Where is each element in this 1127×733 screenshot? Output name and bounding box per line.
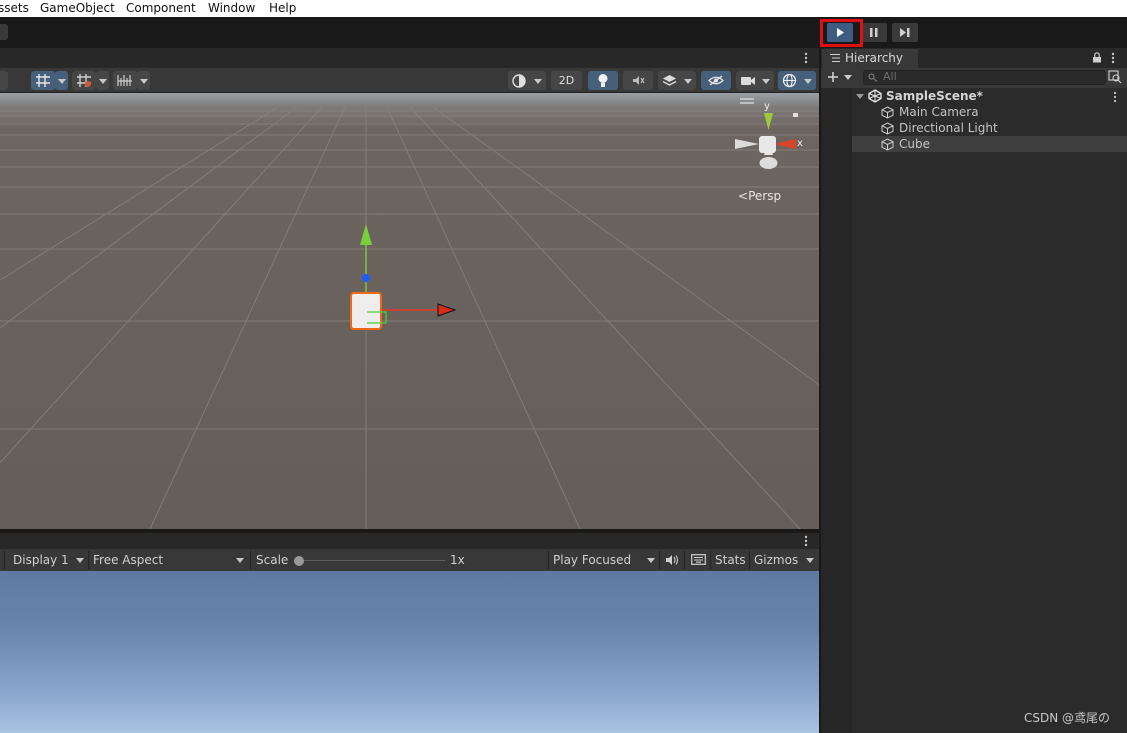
game-tab-bar	[0, 533, 819, 549]
play-highlight-box	[820, 19, 863, 47]
gizmos-toggle-button[interactable]	[778, 71, 816, 90]
hidden-eye-icon	[708, 75, 724, 86]
audio-toggle-button[interactable]	[623, 71, 653, 90]
more-options-icon[interactable]	[1111, 91, 1119, 103]
shading-sphere-icon	[512, 74, 526, 88]
chevron-down-icon	[76, 558, 84, 563]
hierarchy-tab-label: Hierarchy	[845, 51, 904, 65]
game-toolbar: Display 1 Free Aspect Scale 1x Play Focu…	[0, 549, 819, 571]
increment-snap-dropdown[interactable]	[96, 71, 109, 90]
create-dropdown-icon[interactable]	[844, 75, 852, 80]
draw-mode-button[interactable]	[508, 71, 546, 90]
chevron-down-icon	[236, 558, 244, 563]
visibility-toggle-button[interactable]	[701, 71, 731, 90]
camera-settings-button[interactable]	[736, 71, 774, 90]
axis-x-label: x	[797, 138, 803, 149]
gameobject-cube-icon	[881, 122, 894, 135]
camera-mode-label[interactable]: <Persp	[738, 189, 781, 203]
aspect-dropdown[interactable]: Free Aspect	[93, 553, 163, 567]
scene-toolbar: 2D	[0, 68, 819, 93]
hierarchy-item-label: Cube	[899, 137, 930, 151]
menu-gameobject[interactable]: GameObject	[40, 1, 115, 15]
hierarchy-item-selected[interactable]: Cube	[852, 136, 1127, 152]
watermark: CSDN @鸢尾の	[1024, 711, 1111, 725]
gameobject-cube-icon	[881, 106, 894, 119]
hierarchy-item[interactable]: Main Camera	[852, 104, 1127, 120]
menu-assets[interactable]: ssets	[0, 1, 29, 15]
grid-snap-dropdown[interactable]	[55, 71, 68, 90]
chevron-down-icon	[806, 558, 814, 563]
chevron-left-icon: <	[738, 189, 749, 203]
more-options-icon[interactable]	[1109, 52, 1117, 64]
hierarchy-item-label: Directional Light	[899, 121, 998, 135]
foldout-arrow-icon[interactable]	[856, 94, 864, 99]
hierarchy-gutter	[821, 88, 852, 733]
effects-button[interactable]	[658, 71, 696, 90]
orientation-gizmo[interactable]	[731, 93, 819, 193]
menu-help[interactable]: Help	[269, 1, 296, 15]
light-bulb-icon	[598, 74, 608, 87]
ruler-dropdown[interactable]	[137, 71, 150, 90]
unity-scene-icon	[868, 89, 882, 103]
menu-bar: ssets GameObject Component Window Help	[0, 0, 1127, 17]
search-icon	[868, 73, 878, 82]
globe-icon	[782, 73, 797, 88]
hierarchy-item-label: Main Camera	[899, 105, 979, 119]
scene-view[interactable]: y x <Persp	[0, 93, 819, 529]
more-options-icon[interactable]	[801, 535, 811, 547]
step-icon	[900, 28, 910, 37]
account-button[interactable]	[0, 24, 8, 40]
plus-icon[interactable]	[827, 71, 839, 83]
gizmos-button[interactable]: Gizmos	[754, 553, 798, 567]
scale-value: 1x	[450, 553, 465, 567]
main-toolbar	[0, 17, 1127, 48]
grid-snap-button[interactable]	[31, 71, 55, 90]
search-placeholder: All	[883, 70, 897, 83]
hierarchy-item[interactable]: Directional Light	[852, 120, 1127, 136]
scene-visibility-icon[interactable]	[1108, 70, 1122, 84]
hierarchy-scene-row[interactable]: SampleScene*	[852, 88, 1127, 104]
scale-slider-thumb[interactable]	[294, 556, 304, 566]
audio-mute-icon	[633, 76, 645, 85]
camera-icon	[741, 77, 755, 85]
keyboard-icon[interactable]	[691, 554, 706, 565]
pause-icon	[870, 28, 878, 37]
step-button[interactable]	[892, 23, 918, 42]
stats-button[interactable]: Stats	[715, 553, 746, 567]
ruler-icon	[117, 75, 132, 86]
play-mode-dropdown[interactable]: Play Focused	[553, 553, 631, 567]
pause-button[interactable]	[861, 23, 887, 42]
toggle-2d-button[interactable]: 2D	[551, 71, 582, 90]
more-options-icon[interactable]	[801, 52, 811, 64]
scene-tab-bar	[0, 48, 819, 68]
grid-icon	[36, 74, 50, 87]
list-icon	[830, 53, 840, 63]
scale-slider[interactable]	[297, 560, 445, 561]
scale-label: Scale	[256, 553, 289, 567]
display-dropdown[interactable]: Display 1	[13, 553, 69, 567]
lighting-toggle-button[interactable]	[588, 71, 618, 90]
layers-icon	[662, 75, 677, 86]
menu-component[interactable]: Component	[126, 1, 196, 15]
game-view[interactable]	[0, 571, 819, 733]
persp-text: Persp	[748, 189, 782, 203]
chevron-down-icon	[647, 558, 655, 563]
hierarchy-tree	[821, 88, 1127, 733]
axis-y-label: y	[764, 101, 770, 112]
ruler-button[interactable]	[113, 71, 137, 90]
plane-handle-icon	[367, 311, 387, 324]
speaker-icon[interactable]	[665, 554, 679, 566]
menu-window[interactable]: Window	[208, 1, 255, 15]
snap-icon	[77, 74, 91, 87]
scene-tool-button[interactable]	[0, 71, 8, 90]
scene-name: SampleScene*	[886, 89, 983, 103]
lock-icon[interactable]	[1092, 52, 1102, 63]
gameobject-cube-icon	[881, 138, 894, 151]
hierarchy-search-input[interactable]	[863, 70, 1106, 85]
increment-snap-button[interactable]	[72, 71, 96, 90]
